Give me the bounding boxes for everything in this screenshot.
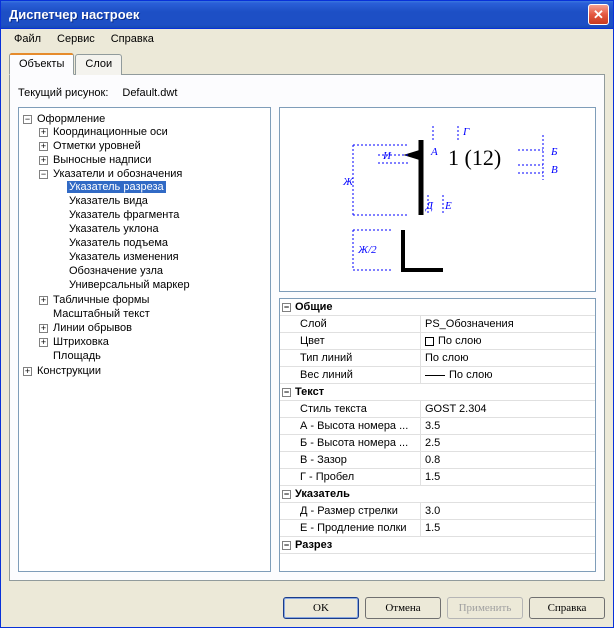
ok-button[interactable]: OK	[283, 597, 359, 619]
tree-node-tables[interactable]: Табличные формы	[51, 294, 151, 306]
prop-value[interactable]: По слою	[420, 333, 595, 349]
tree-node-universal-marker[interactable]: Универсальный маркер	[67, 279, 192, 291]
property-grid[interactable]: −Общие СлойPS_Обозначения ЦветПо слою Ти…	[279, 298, 596, 572]
tree-toggle[interactable]: −	[39, 170, 48, 179]
menu-tools[interactable]: Сервис	[50, 31, 102, 47]
tree-toggle[interactable]: +	[39, 128, 48, 137]
current-drawing-row: Текущий рисунок: Default.dwt	[18, 83, 596, 107]
svg-text:Ж/2: Ж/2	[357, 244, 377, 256]
tree-toggle[interactable]: +	[23, 367, 32, 376]
svg-text:А: А	[430, 146, 438, 158]
svg-text:Е: Е	[444, 200, 452, 212]
cancel-button[interactable]: Отмена	[365, 597, 441, 619]
tree-node-section-marker[interactable]: Указатель разреза	[67, 181, 166, 193]
group-text: Текст	[295, 386, 324, 398]
tab-objects[interactable]: Объекты	[9, 53, 74, 75]
group-pointer: Указатель	[295, 488, 350, 500]
svg-text:Ж: Ж	[342, 176, 354, 188]
prop-name: Е - Продление полки	[280, 520, 420, 536]
prop-name: В - Зазор	[280, 452, 420, 468]
tree-toggle[interactable]: +	[39, 296, 48, 305]
tree-node-node-marker[interactable]: Обозначение узла	[67, 265, 165, 277]
prop-name: Стиль текста	[280, 401, 420, 417]
tree-view[interactable]: − Оформление +Координационные оси +Отмет…	[18, 107, 271, 572]
prop-name: Д - Размер стрелки	[280, 503, 420, 519]
prop-value[interactable]: PS_Обозначения	[420, 316, 595, 332]
tree-node-hatch[interactable]: Штриховка	[51, 336, 111, 348]
tree-toggle[interactable]: +	[39, 338, 48, 347]
prop-value[interactable]: 3.5	[420, 418, 595, 434]
tabstrip: Объекты Слои	[9, 54, 605, 75]
tree-toggle[interactable]: −	[23, 115, 32, 124]
tree-toggle[interactable]: +	[39, 156, 48, 165]
tree-node-callouts[interactable]: Выносные надписи	[51, 154, 153, 166]
tree-node-levels[interactable]: Отметки уровней	[51, 140, 143, 152]
lineweight-icon	[425, 375, 445, 376]
menu-file[interactable]: Файл	[7, 31, 48, 47]
prop-name: Б - Высота номера ...	[280, 435, 420, 451]
prop-value[interactable]: По слою	[420, 350, 595, 366]
tree-node-view-marker[interactable]: Указатель вида	[67, 195, 150, 207]
group-general: Общие	[295, 301, 333, 313]
prop-name: А - Высота номера ...	[280, 418, 420, 434]
prop-name: Вес линий	[280, 367, 420, 383]
tree-node-fragment-marker[interactable]: Указатель фрагмента	[67, 209, 181, 221]
svg-text:И: И	[382, 150, 392, 162]
prop-name: Слой	[280, 316, 420, 332]
prop-value[interactable]: 2.5	[420, 435, 595, 451]
tree-node-change-marker[interactable]: Указатель изменения	[67, 251, 181, 263]
tree-node-markers[interactable]: Указатели и обозначения	[51, 168, 184, 180]
tree-node-constructions[interactable]: Конструкции	[35, 365, 103, 377]
prop-value[interactable]: По слою	[420, 367, 595, 383]
tree-toggle[interactable]: +	[39, 324, 48, 333]
prop-name: Тип линий	[280, 350, 420, 366]
prop-value[interactable]: 1.5	[420, 520, 595, 536]
svg-text:Г: Г	[462, 126, 470, 138]
group-toggle[interactable]: −	[282, 541, 291, 550]
menubar: Файл Сервис Справка	[1, 29, 613, 49]
group-toggle[interactable]: −	[282, 388, 291, 397]
help-button[interactable]: Справка	[529, 597, 605, 619]
prop-name: Цвет	[280, 333, 420, 349]
current-drawing-label: Текущий рисунок:	[18, 87, 108, 99]
tree-node-area[interactable]: Площадь	[51, 350, 103, 362]
svg-text:Д: Д	[425, 200, 434, 212]
tab-layers[interactable]: Слои	[75, 54, 122, 75]
color-swatch-icon	[425, 337, 434, 346]
menu-help[interactable]: Справка	[104, 31, 161, 47]
preview-pane: 1 (12)	[279, 107, 596, 292]
apply-button: Применить	[447, 597, 523, 619]
tree-node-scaletext[interactable]: Масштабный текст	[51, 308, 152, 320]
prop-value[interactable]: 3.0	[420, 503, 595, 519]
tree-node-rise-marker[interactable]: Указатель подъема	[67, 237, 170, 249]
close-button[interactable]: ✕	[588, 4, 609, 25]
prop-value[interactable]: 0.8	[420, 452, 595, 468]
prop-name: Г - Пробел	[280, 469, 420, 485]
current-drawing-value: Default.dwt	[122, 87, 177, 99]
button-bar: OK Отмена Применить Справка	[1, 589, 613, 627]
tree-node-axes[interactable]: Координационные оси	[51, 126, 170, 138]
group-section: Разрез	[295, 539, 332, 551]
prop-value[interactable]: 1.5	[420, 469, 595, 485]
titlebar: Диспетчер настроек ✕	[1, 1, 613, 29]
group-toggle[interactable]: −	[282, 303, 291, 312]
window-title: Диспетчер настроек	[5, 7, 588, 22]
prop-value[interactable]: GOST 2.304	[420, 401, 595, 417]
tree-node-design[interactable]: Оформление	[35, 113, 107, 125]
tree-toggle[interactable]: +	[39, 142, 48, 151]
svg-text:В: В	[551, 164, 558, 176]
preview-svg: 1 (12)	[303, 115, 573, 285]
svg-text:1 (12): 1 (12)	[448, 145, 501, 170]
group-toggle[interactable]: −	[282, 490, 291, 499]
svg-text:Б: Б	[550, 146, 558, 158]
tree-node-breaklines[interactable]: Линии обрывов	[51, 322, 134, 334]
tree-node-slope-marker[interactable]: Указатель уклона	[67, 223, 161, 235]
